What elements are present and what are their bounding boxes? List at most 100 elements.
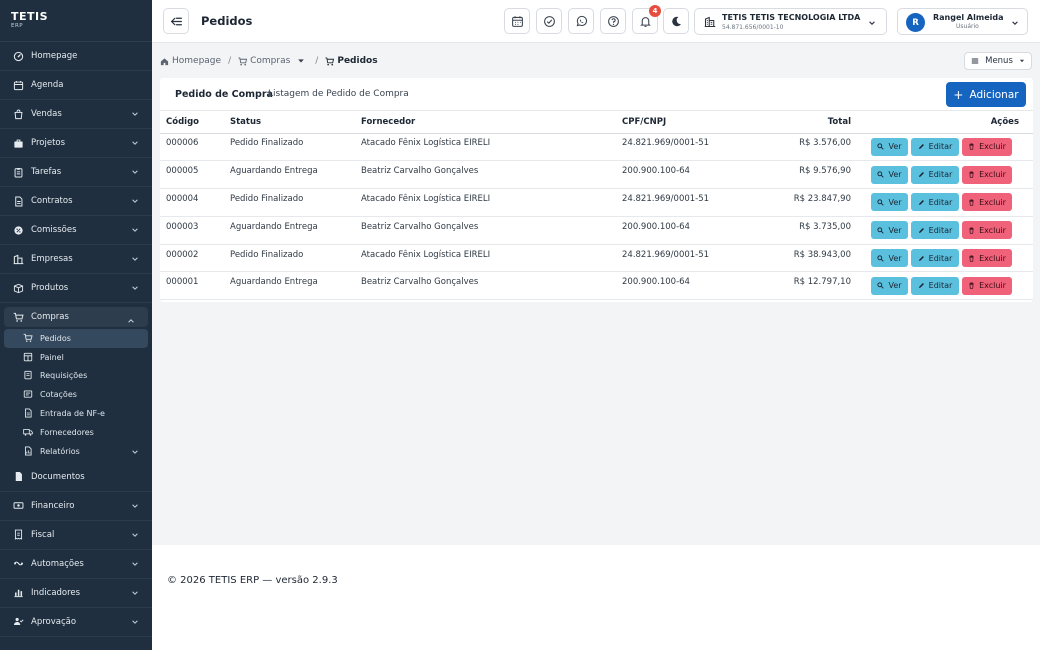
submenu-item-requisicoes[interactable]: Requisições (4, 367, 148, 386)
chevron-down-icon (132, 286, 138, 290)
sidebar-item-label: Documentos (31, 471, 85, 482)
view-button[interactable]: Ver (871, 193, 908, 212)
edit-button[interactable]: Editar (911, 249, 959, 268)
logo[interactable]: TETIS ERP (0, 0, 152, 42)
edit-button[interactable]: Editar (911, 276, 959, 295)
view-button[interactable]: Ver (871, 165, 908, 184)
sidebar-item-tarefas[interactable]: Tarefas (0, 158, 152, 187)
sidebar-item-projetos[interactable]: Projetos (0, 129, 152, 158)
view-button[interactable]: Ver (871, 137, 908, 156)
chevron-down-icon (132, 591, 138, 595)
delete-button[interactable]: Excluir (962, 249, 1012, 268)
delete-button[interactable]: Excluir (962, 165, 1012, 184)
company-selector[interactable]: TETIS TETIS TECNOLOGIA LTDA 54.871.656/0… (694, 8, 887, 35)
cell-cpf-cnpj: 24.821.969/0001-51 (622, 244, 770, 273)
sidebar-item-fiscal[interactable]: Fiscal (0, 521, 152, 550)
sidebar-item-vendas[interactable]: Vendas (0, 100, 152, 129)
delete-button[interactable]: Excluir (962, 276, 1012, 295)
theme-toggle-button[interactable] (663, 8, 689, 34)
edit-button[interactable]: Editar (911, 221, 959, 240)
company-cnpj: 54.871.656/0001-10 (722, 24, 784, 31)
sidebar-item-contratos[interactable]: Contratos (0, 187, 152, 216)
cell-cpf-cnpj: 24.821.969/0001-51 (622, 133, 770, 162)
whatsapp-button[interactable] (568, 8, 594, 34)
menus-label: Menus (985, 56, 1013, 66)
table-row[interactable]: 000004 Pedido Finalizado Atacado Fênix Log… (160, 188, 1033, 217)
chevron-down-icon (132, 562, 138, 566)
chevron-down-icon (132, 228, 138, 232)
collapse-sidebar-button[interactable] (163, 8, 189, 34)
notifications-button[interactable]: 4 (632, 5, 661, 34)
request-icon (23, 370, 34, 381)
chevron-down-icon (132, 257, 138, 261)
trash-icon (969, 143, 974, 151)
trash-icon (969, 199, 974, 206)
edit-label: Editar (928, 142, 953, 152)
orders-table: Código Status Fornecedor CPF/CNPJ Total … (160, 111, 1033, 301)
pencil-icon (918, 283, 924, 289)
tasks-button[interactable] (536, 8, 562, 34)
breadcrumb: Homepage / Compras / Pedidos (160, 54, 378, 68)
sidebar-item-label: Fiscal (31, 529, 55, 540)
edit-label: Editar (928, 197, 953, 207)
calendar-button[interactable] (504, 8, 530, 34)
sidebar: TETIS ERP Homepage Agenda Vendas Projetos Ta… (0, 0, 152, 650)
table-row[interactable]: 000005 Aguardando Entrega Beatriz Carvalho… (160, 160, 1033, 190)
sidebar-item-aprovacao[interactable]: Aprovação (0, 608, 152, 637)
sidebar-item-indicadores[interactable]: Indicadores (0, 579, 152, 608)
breadcrumb-compras[interactable]: Compras (238, 56, 308, 66)
column-header-total[interactable]: Total (770, 111, 851, 134)
cell-total: R$ 23.847,90 (770, 188, 851, 217)
purchase-orders-card: Pedido de Compra Listagem de Pedido de C… (160, 78, 1033, 302)
table-row[interactable]: 000003 Aguardando Entrega Beatriz Carvalho… (160, 216, 1033, 245)
truck-icon (23, 427, 34, 438)
sidebar-item-empresas[interactable]: Empresas (0, 245, 152, 274)
breadcrumb-home[interactable]: Homepage (160, 56, 221, 66)
submenu-item-fornecedores[interactable]: Fornecedores (4, 423, 148, 442)
view-button[interactable]: Ver (871, 276, 908, 295)
calendar-icon (511, 15, 523, 27)
submenu-item-pedidos[interactable]: Pedidos (4, 329, 148, 348)
help-button[interactable] (600, 8, 626, 34)
column-header-cpf-cnpj[interactable]: CPF/CNPJ (622, 111, 770, 134)
column-header-fornecedor[interactable]: Fornecedor (361, 111, 622, 134)
delete-button[interactable]: Excluir (962, 221, 1012, 240)
column-header-acoes: Ações (851, 111, 1033, 134)
search-icon (877, 199, 885, 206)
sidebar-item-comissoes[interactable]: Comissões (0, 216, 152, 245)
edit-button[interactable]: Editar (911, 137, 959, 156)
table-row[interactable]: 000001 Aguardando Entrega Beatriz Carvalho… (160, 271, 1033, 301)
search-icon (877, 282, 885, 290)
menus-dropdown-button[interactable]: Menus (964, 52, 1032, 70)
user-menu[interactable]: R Rangel Almeida Usuário (897, 8, 1028, 35)
sidebar-item-automacoes[interactable]: Automações (0, 550, 152, 579)
submenu-item-entrada-de-nf-e[interactable]: Entrada de NF-e (4, 404, 148, 423)
building-icon (12, 253, 24, 265)
sidebar-item-documentos[interactable]: Documentos (0, 463, 152, 492)
sidebar-item-compras[interactable]: Compras (4, 307, 148, 327)
submenu-item-relatorios[interactable]: Relatórios (4, 442, 148, 461)
search-icon (877, 254, 885, 262)
collapse-menu-icon (170, 17, 182, 25)
cell-status: Pedido Finalizado (230, 188, 361, 217)
sidebar-item-financeiro[interactable]: Financeiro (0, 492, 152, 521)
delete-button[interactable]: Excluir (962, 137, 1012, 156)
submenu-item-cotacoes[interactable]: Cotações (4, 385, 148, 404)
sidebar-item-label: Projetos (31, 138, 66, 148)
table-row[interactable]: 000006 Pedido Finalizado Atacado Fênix Log… (160, 133, 1033, 162)
submenu-item-painel[interactable]: Painel (4, 348, 148, 367)
sidebar-item-produtos[interactable]: Produtos (0, 274, 152, 303)
column-header-status[interactable]: Status (230, 111, 361, 134)
add-button[interactable]: + Adicionar (946, 82, 1026, 107)
sidebar-item-homepage[interactable]: Homepage (0, 42, 152, 71)
column-header-codigo[interactable]: Código (160, 111, 230, 134)
sidebar-item-agenda[interactable]: Agenda (0, 71, 152, 100)
edit-button[interactable]: Editar (911, 193, 959, 212)
cell-fornecedor: Beatriz Carvalho Gonçalves (361, 271, 622, 301)
edit-button[interactable]: Editar (911, 165, 959, 184)
delete-button[interactable]: Excluir (962, 193, 1012, 212)
view-button[interactable]: Ver (871, 221, 908, 240)
footer: © 2026 TETIS ERP — versão 2.9.3 (152, 545, 1040, 650)
view-button[interactable]: Ver (871, 249, 908, 268)
table-row[interactable]: 000002 Pedido Finalizado Atacado Fênix Log… (160, 244, 1033, 273)
